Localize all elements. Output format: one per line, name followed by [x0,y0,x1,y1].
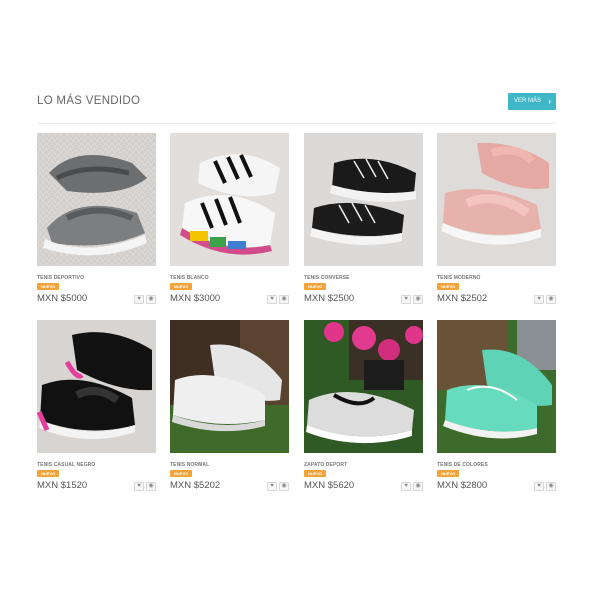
product-actions: ♥ ◉ [534,482,556,491]
product-card[interactable]: TENIS BLANCO NUEVO MXN $3000 ♥ ◉ [170,133,289,313]
product-actions: ♥ ◉ [134,482,156,491]
heart-icon[interactable]: ♥ [134,482,144,491]
new-badge: NUEVO [437,283,460,290]
product-price: MXN $2800 [437,480,488,491]
product-name[interactable]: TENIS BLANCO [170,275,209,281]
product-name[interactable]: ZAPATO DEPORT [304,462,347,468]
new-badge: NUEVO [304,283,327,290]
product-image[interactable] [37,320,156,453]
product-name[interactable]: TENIS DE COLORES [437,462,488,468]
product-card[interactable]: TENIS DE COLORES NUEVO MXN $2800 ♥ ◉ [437,320,556,500]
product-actions: ♥ ◉ [267,482,289,491]
product-actions: ♥ ◉ [267,295,289,304]
product-image[interactable] [437,320,556,453]
heart-icon[interactable]: ♥ [401,482,411,491]
product-price: MXN $2500 [304,293,355,304]
product-name[interactable]: TENIS NORMAL [170,462,209,468]
product-price: MXN $3000 [170,293,221,304]
product-name[interactable]: TENIS DEPORTIVO [37,275,84,281]
heart-icon[interactable]: ♥ [267,295,277,304]
heart-icon[interactable]: ♥ [267,482,277,491]
product-price: MXN $5000 [37,293,88,304]
chevron-right-icon: › [548,97,551,106]
product-image[interactable] [304,133,423,266]
product-image[interactable] [170,320,289,453]
product-actions: ♥ ◉ [534,295,556,304]
product-name[interactable]: TENIS MODERNO [437,275,481,281]
product-actions: ♥ ◉ [401,295,423,304]
eye-icon[interactable]: ◉ [146,295,156,304]
new-badge: NUEVO [304,470,327,477]
eye-icon[interactable]: ◉ [546,295,556,304]
product-image[interactable] [170,133,289,266]
heart-icon[interactable]: ♥ [134,295,144,304]
product-card[interactable]: TENIS CONVERSE NUEVO MXN $2500 ♥ ◉ [304,133,423,313]
heart-icon[interactable]: ♥ [534,295,544,304]
eye-icon[interactable]: ◉ [413,295,423,304]
product-card[interactable]: TENIS CASUAL NEGRO NUEVO MXN $1520 ♥ ◉ [37,320,156,500]
product-card[interactable]: TENIS MODERNO NUEVO MXN $2502 ♥ ◉ [437,133,556,313]
new-badge: NUEVO [170,283,193,290]
section-divider [37,123,556,124]
eye-icon[interactable]: ◉ [413,482,423,491]
new-badge: NUEVO [37,283,60,290]
product-image[interactable] [304,320,423,453]
product-card[interactable]: TENIS NORMAL NUEVO MXN $5202 ♥ ◉ [170,320,289,500]
new-badge: NUEVO [170,470,193,477]
product-card[interactable]: ZAPATO DEPORT NUEVO MXN $5620 ♥ ◉ [304,320,423,500]
see-more-label: VER MÁS [514,98,542,104]
eye-icon[interactable]: ◉ [546,482,556,491]
eye-icon[interactable]: ◉ [146,482,156,491]
product-price: MXN $5202 [170,480,221,491]
eye-icon[interactable]: ◉ [279,295,289,304]
product-image[interactable] [437,133,556,266]
product-card[interactable]: TENIS DEPORTIVO NUEVO MXN $5000 ♥ ◉ [37,133,156,313]
section-title: LO MÁS VENDIDO [37,95,141,107]
see-more-button[interactable]: VER MÁS › [508,93,556,110]
product-price: MXN $1520 [37,480,88,491]
product-image[interactable] [37,133,156,266]
product-price: MXN $5620 [304,480,355,491]
heart-icon[interactable]: ♥ [401,295,411,304]
eye-icon[interactable]: ◉ [279,482,289,491]
product-name[interactable]: TENIS CONVERSE [304,275,350,281]
new-badge: NUEVO [437,470,460,477]
new-badge: NUEVO [37,470,60,477]
product-actions: ♥ ◉ [401,482,423,491]
product-name[interactable]: TENIS CASUAL NEGRO [37,462,95,468]
product-price: MXN $2502 [437,293,488,304]
product-actions: ♥ ◉ [134,295,156,304]
heart-icon[interactable]: ♥ [534,482,544,491]
section-header: LO MÁS VENDIDO VER MÁS › [37,90,556,114]
